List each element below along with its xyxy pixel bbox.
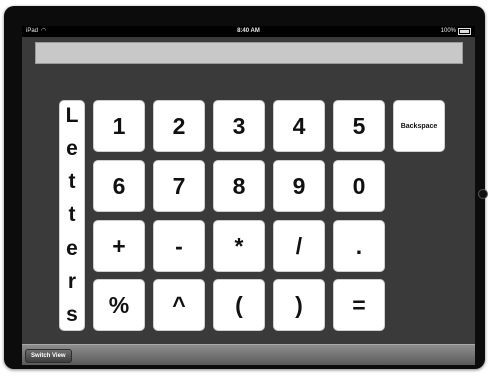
bottom-toolbar: Switch View — [22, 344, 475, 365]
key-multiply[interactable]: * — [213, 220, 265, 272]
battery-icon — [458, 28, 471, 35]
status-time: 8:40 AM — [237, 28, 260, 34]
letters-char: t — [68, 170, 76, 194]
letters-char: e — [66, 236, 78, 260]
key-8[interactable]: 8 — [213, 160, 265, 212]
key-9[interactable]: 9 — [273, 160, 325, 212]
key-equals[interactable]: = — [333, 279, 385, 331]
letters-char: s — [66, 302, 78, 326]
key-close-paren[interactable]: ) — [273, 279, 325, 331]
status-bar: iPad ◠ 8:40 AM 100% — [22, 26, 475, 37]
backspace-button[interactable]: Backspace — [393, 100, 445, 152]
letters-char: r — [67, 269, 77, 293]
key-2[interactable]: 2 — [153, 100, 205, 152]
key-5[interactable]: 5 — [333, 100, 385, 152]
screen: iPad ◠ 8:40 AM 100% L e t t e r s 1 2 3 4… — [22, 26, 475, 365]
key-4[interactable]: 4 — [273, 100, 325, 152]
key-open-paren[interactable]: ( — [213, 279, 265, 331]
key-6[interactable]: 6 — [93, 160, 145, 212]
key-0[interactable]: 0 — [333, 160, 385, 212]
key-power[interactable]: ^ — [153, 279, 205, 331]
battery-percent: 100% — [440, 28, 456, 34]
letters-char: L — [65, 104, 79, 127]
switch-view-button[interactable]: Switch View — [25, 349, 72, 363]
ipad-bezel: iPad ◠ 8:40 AM 100% L e t t e r s 1 2 3 4… — [4, 6, 488, 369]
key-1[interactable]: 1 — [93, 100, 145, 152]
status-right: 100% — [441, 26, 471, 37]
letters-char: t — [68, 203, 76, 227]
home-button[interactable] — [478, 189, 488, 199]
key-percent[interactable]: % — [93, 279, 145, 331]
key-decimal[interactable]: . — [333, 220, 385, 272]
key-3[interactable]: 3 — [213, 100, 265, 152]
key-7[interactable]: 7 — [153, 160, 205, 212]
key-divide[interactable]: / — [273, 220, 325, 272]
key-minus[interactable]: - — [153, 220, 205, 272]
key-plus[interactable]: + — [93, 220, 145, 272]
calculator-display[interactable] — [35, 42, 463, 64]
letters-button[interactable]: L e t t e r s — [59, 100, 85, 331]
letters-char: e — [66, 137, 78, 161]
